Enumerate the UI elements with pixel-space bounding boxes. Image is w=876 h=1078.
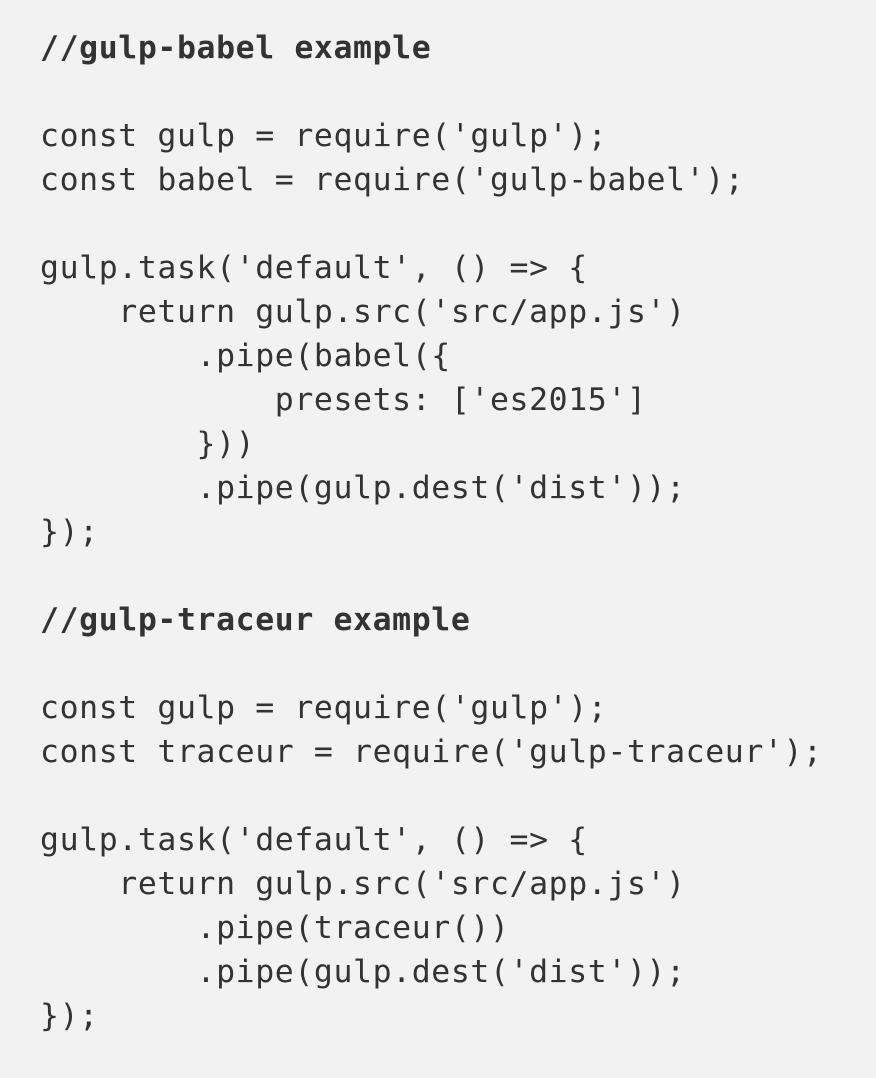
code-line: const babel = require('gulp-babel'); [40, 162, 745, 198]
code-line: const traceur = require('gulp-traceur'); [40, 734, 823, 770]
code-line: presets: ['es2015'] [40, 382, 647, 418]
code-snippet: //gulp-babel example const gulp = require… [40, 26, 823, 1038]
code-line: const gulp = require('gulp'); [40, 118, 608, 154]
code-comment-babel: //gulp-babel example [40, 30, 432, 66]
code-line: const gulp = require('gulp'); [40, 690, 608, 726]
code-line: })) [40, 426, 256, 462]
code-line: gulp.task('default', () => { [40, 250, 588, 286]
code-line: .pipe(babel({ [40, 338, 451, 374]
code-line: .pipe(gulp.dest('dist')); [40, 470, 686, 506]
code-comment-traceur: //gulp-traceur example [40, 602, 471, 638]
code-line: gulp.task('default', () => { [40, 822, 588, 858]
code-line: return gulp.src('src/app.js') [40, 294, 686, 330]
code-line: }); [40, 514, 99, 550]
code-line: return gulp.src('src/app.js') [40, 866, 686, 902]
code-line: .pipe(gulp.dest('dist')); [40, 954, 686, 990]
code-line: .pipe(traceur()) [40, 910, 510, 946]
code-line: }); [40, 998, 99, 1034]
